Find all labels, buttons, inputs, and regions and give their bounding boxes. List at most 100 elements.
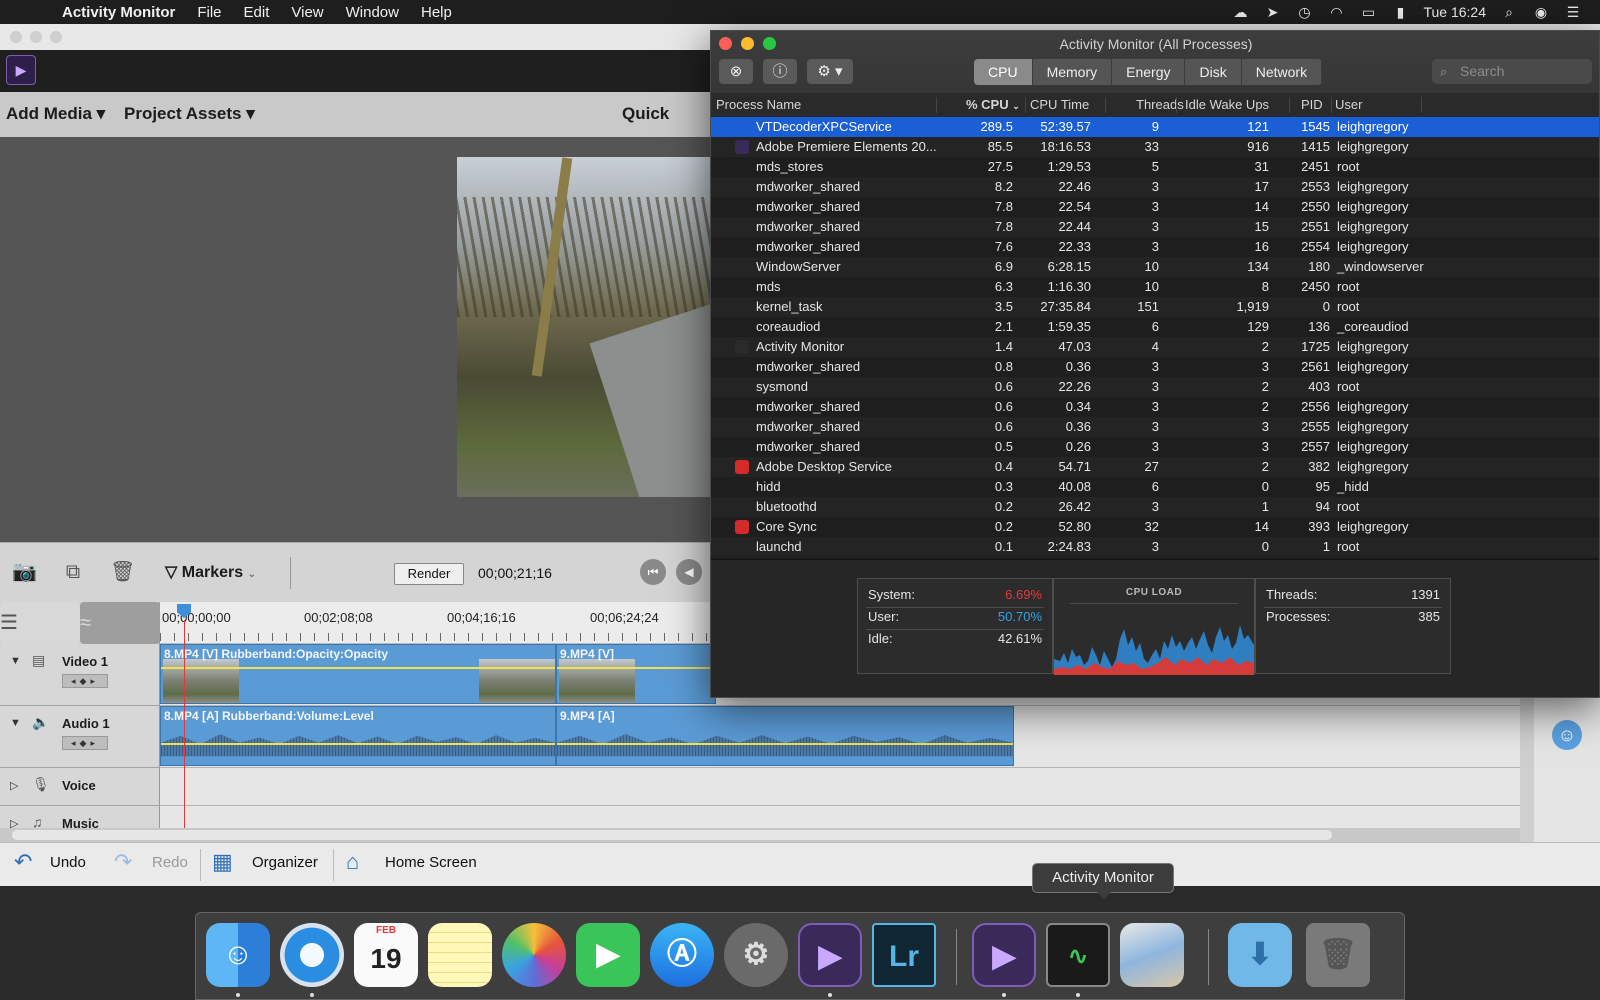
- home-screen-button[interactable]: Home Screen: [385, 854, 477, 871]
- add-media-menu[interactable]: Add Media ▾: [6, 104, 105, 124]
- undo-button[interactable]: Undo: [50, 854, 86, 871]
- time-machine-icon[interactable]: ◷: [1295, 4, 1313, 20]
- audio-clip-9[interactable]: 9.MP4 [A]: [556, 706, 1014, 766]
- creative-cloud-icon[interactable]: ☁: [1231, 4, 1249, 20]
- home-icon[interactable]: ⌂: [346, 849, 359, 875]
- trash-icon[interactable]: 🗑: [110, 561, 135, 583]
- redo-icon[interactable]: ↷: [114, 849, 132, 875]
- process-row[interactable]: coreaudiod 2.1 1:59.35 6 129 136 _coreaudiod: [711, 317, 1599, 337]
- current-timecode[interactable]: 00;00;21;16: [478, 565, 552, 581]
- rubberband-line[interactable]: [557, 743, 1013, 745]
- resize-icon[interactable]: ⧉: [61, 561, 85, 583]
- col-pid[interactable]: PID: [1301, 97, 1323, 112]
- process-row[interactable]: mdworker_shared 0.8 0.36 3 3 2561 leighgregory: [711, 357, 1599, 377]
- downloads-folder-icon[interactable]: ⬇: [1228, 923, 1292, 987]
- goto-start-icon[interactable]: ⏮: [640, 559, 666, 585]
- pe-zoom-button[interactable]: [50, 31, 62, 43]
- menu-view[interactable]: View: [291, 4, 323, 21]
- calendar-icon[interactable]: FEB 19: [354, 923, 418, 987]
- process-row[interactable]: mdworker_shared 8.2 22.46 3 17 2553 leighgrego…: [711, 177, 1599, 197]
- preview-icon[interactable]: [1120, 923, 1184, 987]
- rubberband-line[interactable]: [557, 667, 715, 669]
- gear-menu-icon[interactable]: ⚙ ▾: [807, 59, 853, 84]
- rubberband-line[interactable]: [161, 743, 555, 745]
- lightroom-icon[interactable]: Lr: [872, 923, 936, 987]
- col-cpu[interactable]: % CPU ⌄: [966, 97, 1020, 112]
- pe-minimize-button[interactable]: [30, 31, 42, 43]
- notes-icon[interactable]: [428, 923, 492, 987]
- process-row[interactable]: VTDecoderXPCService 289.5 52:39.57 9 121 1545…: [711, 117, 1599, 137]
- camera-icon[interactable]: 📷: [12, 561, 37, 583]
- app-store-icon[interactable]: Ⓐ: [650, 923, 714, 987]
- premiere-elements-dock-icon[interactable]: ▶: [798, 923, 862, 987]
- process-row[interactable]: sysmond 0.6 22.26 3 2 403 root: [711, 377, 1599, 397]
- render-button[interactable]: Render: [394, 563, 464, 585]
- menu-file[interactable]: File: [197, 4, 221, 21]
- process-row[interactable]: mdworker_shared 7.6 22.33 3 16 2554 leighgrego…: [711, 237, 1599, 257]
- process-row[interactable]: kernel_task 3.5 27:35.84 151 1,919 0 root: [711, 297, 1599, 317]
- wifi-icon[interactable]: ◠: [1327, 4, 1345, 20]
- process-row[interactable]: Activity Monitor 1.4 47.03 4 2 1725 leighgrego…: [711, 337, 1599, 357]
- process-row[interactable]: hidd 0.3 40.08 6 0 95 _hidd: [711, 477, 1599, 497]
- process-row[interactable]: WindowServer 6.9 6:28.15 10 134 180 _windowser…: [711, 257, 1599, 277]
- col-process-name[interactable]: Process Name: [716, 97, 801, 112]
- location-arrow-icon[interactable]: ➤: [1263, 4, 1281, 20]
- menu-app-name[interactable]: Activity Monitor: [62, 4, 175, 21]
- undo-icon[interactable]: ↶: [14, 849, 32, 875]
- video-clip-8[interactable]: 8.MP4 [V] Rubberband:Opacity:Opacity: [160, 644, 556, 704]
- menubar-clock[interactable]: Tue 16:24: [1423, 4, 1486, 20]
- timeline-horizontal-scrollbar[interactable]: [0, 828, 1520, 842]
- redo-button[interactable]: Redo: [152, 854, 188, 871]
- audio-waveform-icon[interactable]: ≈: [80, 602, 160, 644]
- track-settings-icon[interactable]: ☰: [0, 602, 80, 644]
- process-row[interactable]: Adobe Premiere Elements 20... 85.5 18:16.5…: [711, 137, 1599, 157]
- col-idle-wake-ups[interactable]: Idle Wake Ups: [1185, 97, 1269, 112]
- process-row[interactable]: Adobe Desktop Service 0.4 54.71 27 2 382 leigh…: [711, 457, 1599, 477]
- process-row[interactable]: mdworker_shared 0.6 0.34 3 2 2556 leighgregory: [711, 397, 1599, 417]
- col-user[interactable]: User: [1335, 97, 1362, 112]
- finder-icon[interactable]: ☺: [206, 923, 270, 987]
- audio-clip-8[interactable]: 8.MP4 [A] Rubberband:Volume:Level: [160, 706, 556, 766]
- col-cpu-time[interactable]: CPU Time: [1030, 97, 1089, 112]
- menu-window[interactable]: Window: [346, 4, 399, 21]
- menu-help[interactable]: Help: [421, 4, 452, 21]
- process-row[interactable]: bluetoothd 0.2 26.42 3 1 94 root: [711, 497, 1599, 517]
- rubberband-line[interactable]: [161, 667, 555, 669]
- process-row[interactable]: mds_stores 27.5 1:29.53 5 31 2451 root: [711, 157, 1599, 177]
- collapse-triangle-icon[interactable]: ▷: [10, 779, 18, 792]
- process-row[interactable]: mds 6.3 1:16.30 10 8 2450 root: [711, 277, 1599, 297]
- tab-cpu[interactable]: CPU: [974, 59, 1033, 85]
- trash-can-icon[interactable]: 🗑: [1306, 923, 1370, 987]
- organizer-button[interactable]: Organizer: [252, 854, 318, 871]
- menu-edit[interactable]: Edit: [244, 4, 270, 21]
- info-icon[interactable]: ⓘ: [763, 59, 797, 84]
- premiere-elements-editor-icon[interactable]: ▶: [972, 923, 1036, 987]
- process-row[interactable]: mdworker_shared 0.6 0.36 3 3 2555 leighgregory: [711, 417, 1599, 437]
- keyframe-controls[interactable]: ◂◆▸: [62, 674, 108, 688]
- photos-icon[interactable]: [502, 923, 566, 987]
- process-row[interactable]: Core Sync 0.2 52.80 32 14 393 leighgregory: [711, 517, 1599, 537]
- process-row[interactable]: mdworker_shared 7.8 22.44 3 15 2551 leighgrego…: [711, 217, 1599, 237]
- stop-process-icon[interactable]: ⊗: [719, 59, 753, 84]
- track-body-voice[interactable]: [160, 768, 1520, 806]
- am-search-field[interactable]: ⌕ Search: [1432, 59, 1592, 84]
- pe-close-button[interactable]: [10, 31, 22, 43]
- system-preferences-gear-icon[interactable]: ⚙: [724, 923, 788, 987]
- tab-network[interactable]: Network: [1242, 59, 1323, 85]
- process-row[interactable]: launchd 0.1 2:24.83 3 0 1 root: [711, 537, 1599, 557]
- tab-energy[interactable]: Energy: [1112, 59, 1186, 85]
- video-clip-9[interactable]: 9.MP4 [V]: [556, 644, 716, 704]
- battery-icon[interactable]: ▮: [1391, 4, 1409, 20]
- siri-icon[interactable]: ◉: [1532, 4, 1550, 20]
- scroll-thumb[interactable]: [12, 830, 1332, 840]
- expand-triangle-icon[interactable]: ▼: [10, 717, 21, 729]
- quick-mode-tab[interactable]: Quick: [622, 104, 669, 124]
- process-row[interactable]: mdworker_shared 0.5 0.26 3 3 2557 leighgregory: [711, 437, 1599, 457]
- project-assets-menu[interactable]: Project Assets ▾: [124, 104, 255, 124]
- notification-center-icon[interactable]: ☰: [1564, 4, 1582, 20]
- timeline-vertical-scrollbar[interactable]: [1520, 686, 1534, 852]
- step-back-icon[interactable]: ◀: [676, 559, 702, 585]
- tab-disk[interactable]: Disk: [1185, 59, 1242, 85]
- organizer-grid-icon[interactable]: ▦: [212, 849, 233, 875]
- airplay-icon[interactable]: ▭: [1359, 4, 1377, 20]
